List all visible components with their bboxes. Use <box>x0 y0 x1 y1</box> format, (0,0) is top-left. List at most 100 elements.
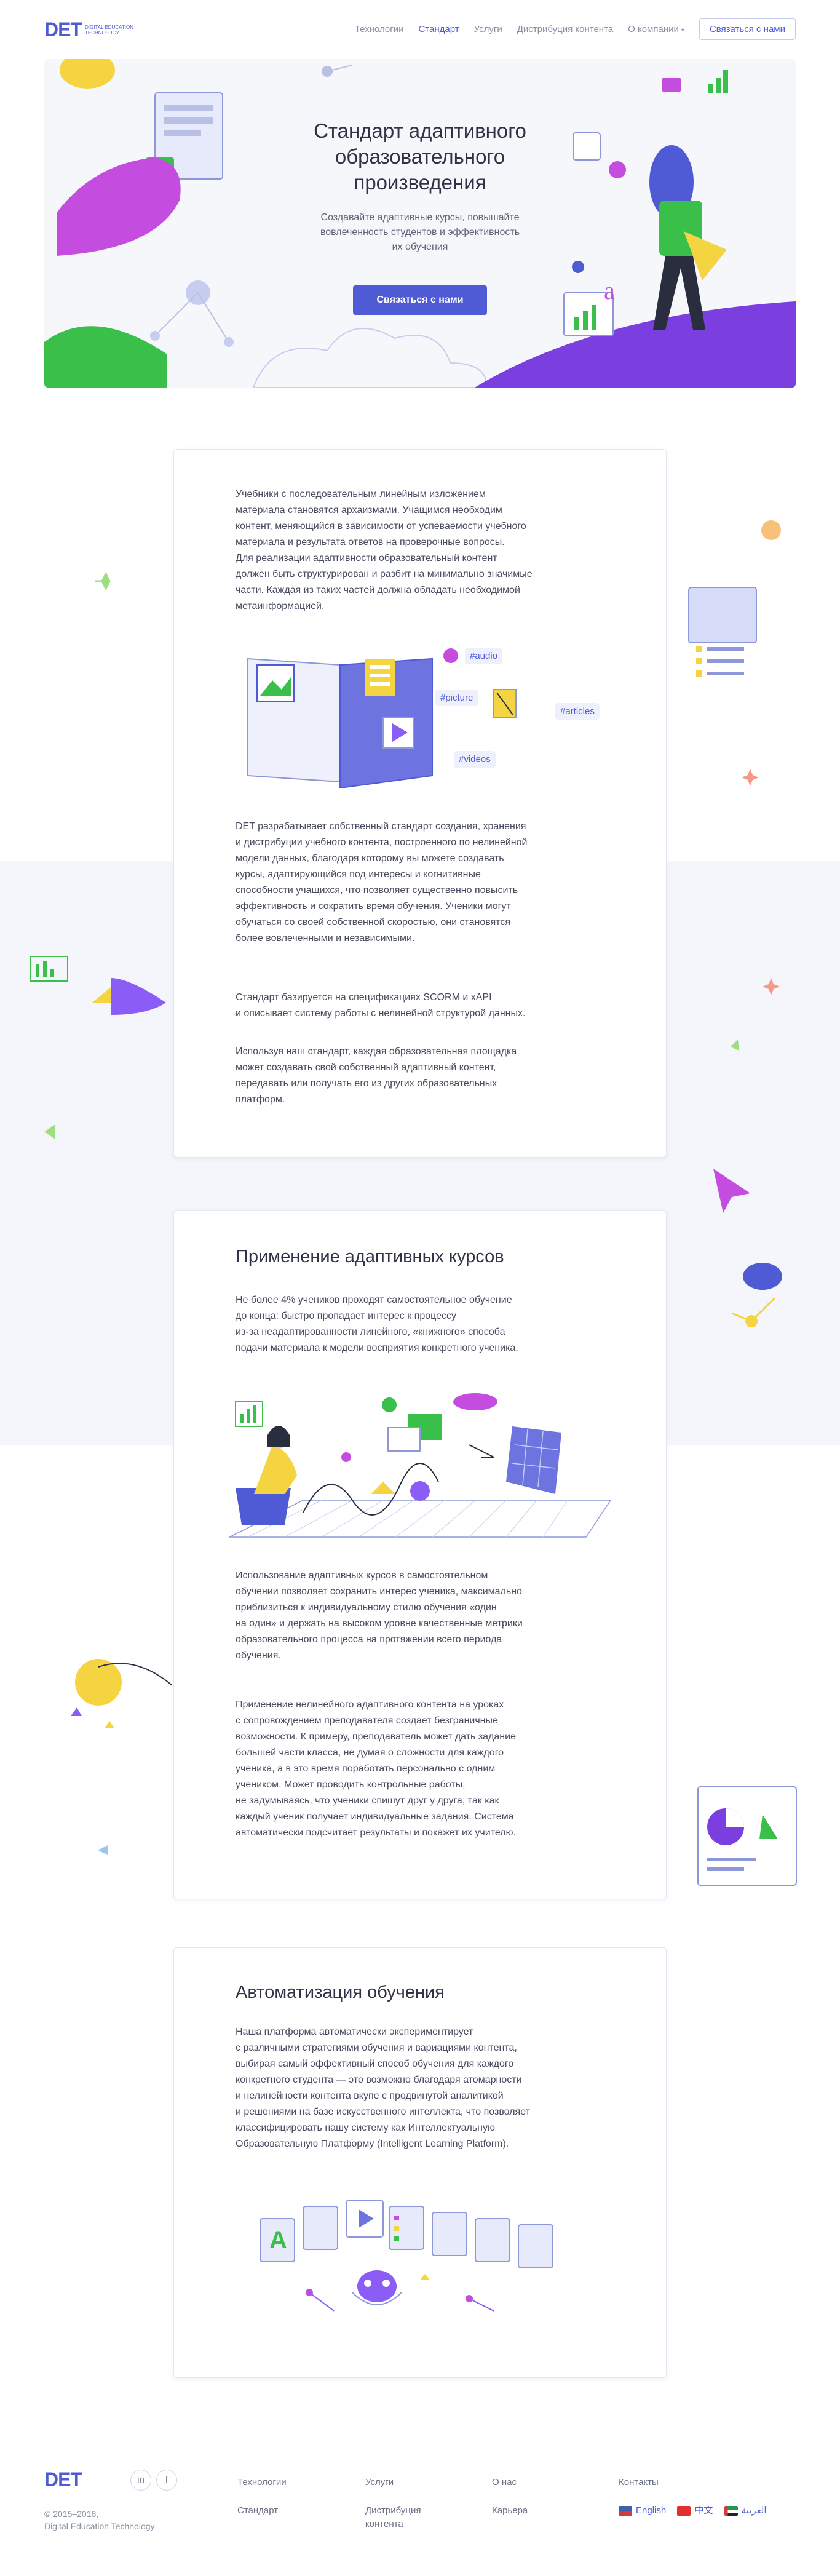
text-line: с различными стратегиями обучения и вари… <box>236 2043 517 2053</box>
language-english[interactable]: English <box>619 2504 666 2518</box>
automation-illustration: A <box>260 2200 553 2312</box>
hero-subtitle-line: Создавайте адаптивные курсы, повышайте <box>320 212 520 223</box>
text-line: Применение нелинейного адаптивного конте… <box>236 1699 504 1710</box>
footer-link-standard[interactable]: Стандарт <box>237 2504 287 2518</box>
text-line: на один» и держать на высоком уровне кач… <box>236 1618 523 1629</box>
text-line: эффективность и сократить время обучения… <box>236 901 511 912</box>
svg-text:A: A <box>269 2227 287 2254</box>
text-line: учеником. Может проводить контрольные ра… <box>236 1779 466 1790</box>
text-line: материала и результата ответов на провер… <box>236 537 505 547</box>
text-line: автоматически подсчитает результаты и по… <box>236 1827 516 1838</box>
language-label: العربية <box>741 2505 767 2516</box>
chevron-down-icon: ▾ <box>681 27 684 34</box>
text-line: и нелинейности контента вкупе с продвину… <box>236 2091 504 2101</box>
copyright-company: Digital Education Technology <box>44 2521 155 2531</box>
automation-paragraph-1: Наша платформа автоматически эксперимент… <box>236 2024 604 2152</box>
hero-subtitle: Создавайте адаптивные курсы, повышайте в… <box>44 210 796 255</box>
hero-title-line: произведения <box>354 171 486 194</box>
intro-paragraph-3: Стандарт базируется на спецификациях SCO… <box>236 990 604 1022</box>
facebook-icon[interactable]: f <box>156 2470 177 2491</box>
footer-column-3: О нас Карьера <box>492 2476 528 2532</box>
nav-about[interactable]: О компании ▾ <box>628 24 684 34</box>
text-line: должен быть структурирован и разбит на м… <box>236 569 533 579</box>
link-line: Дистрибуция <box>365 2505 421 2516</box>
linkedin-icon[interactable]: in <box>130 2470 151 2491</box>
text-line: ученика, а в это время поработать персон… <box>236 1763 496 1774</box>
section-title: Автоматизация обучения <box>236 1982 445 2002</box>
tag-audio: #audio <box>465 648 503 664</box>
footer-logo[interactable]: DET <box>44 2468 82 2491</box>
text-line: может создавать свой собственный адаптив… <box>236 1062 496 1073</box>
text-line: из-за неадаптированности линейного, «кни… <box>236 1327 505 1337</box>
text-line: приблизиться к индивидуальному стилю обу… <box>236 1602 497 1613</box>
text-line: с сопровождением преподавателя создает б… <box>236 1715 498 1726</box>
text-line: и дистрибуции учебного контента, построе… <box>236 837 528 848</box>
link-line: контента <box>365 2519 403 2529</box>
china-flag-icon <box>677 2506 691 2516</box>
text-line: курсы, адаптирующийся под интересы и ког… <box>236 869 481 880</box>
nav-services[interactable]: Услуги <box>474 24 502 34</box>
section-title: Применение адаптивных курсов <box>236 1247 504 1266</box>
footer-link-services[interactable]: Услуги <box>365 2476 421 2489</box>
adaptive-courses-illustration <box>229 1393 612 1538</box>
tag-videos: #videos <box>454 751 496 768</box>
intro-paragraph-4: Используя наш стандарт, каждая образоват… <box>236 1044 604 1108</box>
text-line: большей части класса, не думая о сложнос… <box>236 1747 504 1758</box>
hero-title-line: образовательного <box>335 145 505 168</box>
logo-mark: DET <box>44 18 82 41</box>
copyright: © 2015–2018, Digital Education Technolog… <box>44 2508 155 2532</box>
language-arabic[interactable]: العربية <box>724 2504 767 2518</box>
adaptive-paragraph-1: Не более 4% учеников проходят самостояте… <box>236 1292 604 1356</box>
adaptive-courses-card: Применение адаптивных курсов Не более 4%… <box>173 1210 667 1899</box>
text-line: DET разрабатывает собственный стандарт с… <box>236 821 526 832</box>
text-line: Стандарт базируется на спецификациях SCO… <box>236 992 492 1003</box>
footer-column-2: Услуги Дистрибуция контента <box>365 2476 421 2531</box>
text-line: более вовлеченными и независимыми. <box>236 933 415 944</box>
text-line: Не более 4% учеников проходят самостояте… <box>236 1295 512 1305</box>
nav-standard[interactable]: Стандарт <box>418 24 459 34</box>
logo[interactable]: DET Digital Education Technology <box>44 18 141 41</box>
hero-title-line: Стандарт адаптивного <box>314 119 526 142</box>
footer-link-about[interactable]: О нас <box>492 2476 528 2489</box>
text-line: выбирая самый эффективный способ обучени… <box>236 2059 514 2069</box>
language-chinese[interactable]: 中文 <box>677 2504 713 2518</box>
hero-title: Стандарт адаптивного образовательного пр… <box>44 118 796 196</box>
footer-link-career[interactable]: Карьера <box>492 2504 528 2518</box>
text-line: Использование адаптивных курсов в самост… <box>236 1570 488 1581</box>
footer-link-technologies[interactable]: Технологии <box>237 2476 287 2489</box>
main-nav: Технологии Стандарт Услуги Дистрибуция к… <box>340 18 796 40</box>
text-line: до конца: быстро пропадает интерес к про… <box>236 1311 457 1321</box>
text-line: и описывает систему работы с нелинейной … <box>236 1008 526 1019</box>
site-footer: DET in f © 2015–2018, Digital Education … <box>0 2435 840 2576</box>
language-switcher: English 中文 العربية <box>619 2504 803 2520</box>
copyright-years: © 2015–2018, <box>44 2509 99 2519</box>
nav-content-distribution[interactable]: Дистрибуция контента <box>517 24 613 34</box>
tag-articles: #articles <box>555 703 600 720</box>
hero-banner: a Стандарт адаптивного образовательного … <box>44 59 796 388</box>
logo-subtitle: Digital Education Technology <box>85 24 133 36</box>
uae-flag-icon <box>724 2506 738 2516</box>
text-line: Учебники с последовательным линейным изл… <box>236 489 486 499</box>
text-line: передавать или получать его из других об… <box>236 1078 497 1089</box>
text-line: части. Каждая из таких частей должна обл… <box>236 585 520 595</box>
footer-link-distribution[interactable]: Дистрибуция контента <box>365 2504 421 2531</box>
hero-contact-button[interactable]: Связаться с нами <box>353 285 487 315</box>
adaptive-paragraph-3: Применение нелинейного адаптивного конте… <box>236 1697 604 1841</box>
tag-picture: #picture <box>435 690 478 706</box>
language-label: 中文 <box>694 2505 713 2516</box>
text-line: метаинформацией. <box>236 601 325 611</box>
text-line: не задумываясь, что ученики спишут друг … <box>236 1795 499 1806</box>
intro-card: Учебники с последовательным линейным изл… <box>173 449 667 1158</box>
adaptive-paragraph-2: Использование адаптивных курсов в самост… <box>236 1568 604 1664</box>
language-label: English <box>636 2505 667 2516</box>
text-line: обучения. <box>236 1650 281 1661</box>
hero-subtitle-line: вовлеченность студентов и эффективность <box>320 227 520 237</box>
footer-link-contacts[interactable]: Контакты <box>619 2476 803 2489</box>
text-line: модели данных, благодаря которому вы мож… <box>236 853 504 864</box>
text-line: возможности. К примеру, преподаватель мо… <box>236 1731 516 1742</box>
nav-technologies[interactable]: Технологии <box>355 24 404 34</box>
text-line: обучении позволяет сохранить интерес уче… <box>236 1586 522 1597</box>
contact-button[interactable]: Связаться с нами <box>699 18 796 40</box>
intro-paragraph-2: DET разрабатывает собственный стандарт с… <box>236 819 604 947</box>
text-line: способности учащихся, что позволяет суще… <box>236 885 518 896</box>
